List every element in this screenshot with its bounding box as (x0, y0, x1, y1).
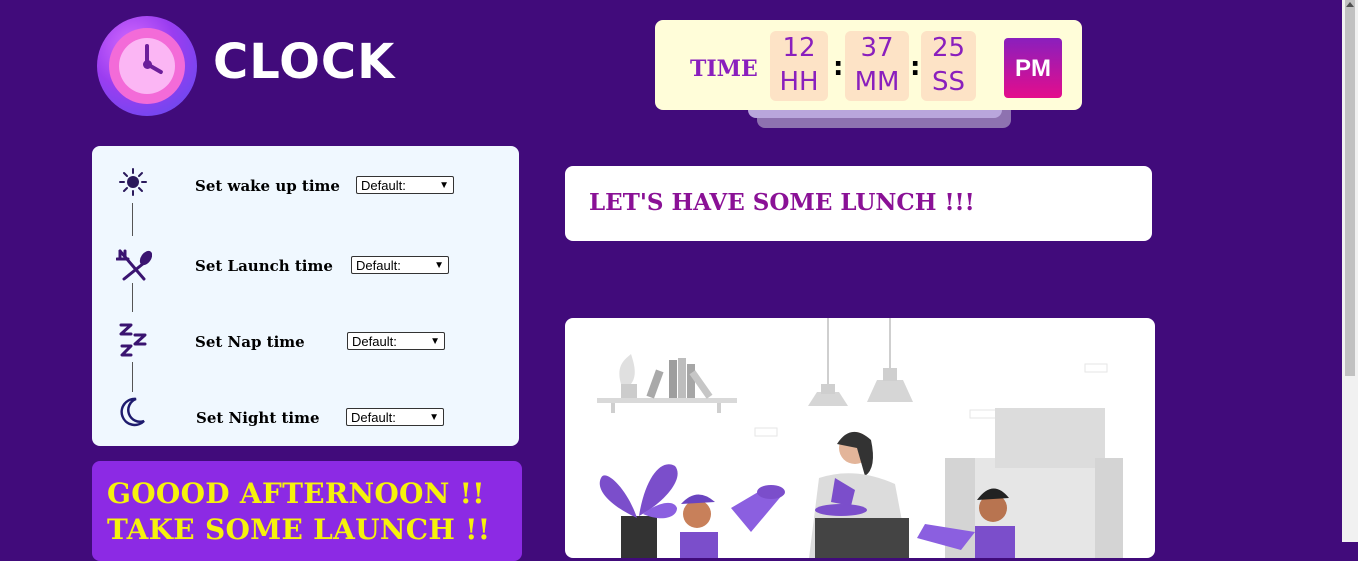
timeline-connector (132, 203, 133, 236)
night-select-value: Default: (351, 410, 396, 425)
sun-icon (119, 168, 147, 196)
minutes-unit: MM (854, 67, 900, 97)
sleep-zzz-icon (119, 323, 147, 357)
wakeup-time-select[interactable]: Default: ▼ (356, 176, 454, 194)
greeting-line-1: GOOOD AFTERNOON !! (107, 477, 485, 510)
seconds-box: 25 SS (921, 31, 976, 101)
scrollbar-thumb[interactable] (1345, 0, 1355, 376)
hours-unit: HH (779, 67, 819, 97)
hours-value: 12 (782, 33, 816, 63)
seconds-unit: SS (931, 67, 965, 97)
nap-select-value: Default: (352, 334, 397, 349)
lunch-select-value: Default: (356, 258, 401, 273)
chevron-down-icon: ▼ (434, 260, 444, 271)
chevron-down-icon: ▼ (439, 180, 449, 191)
wakeup-label: Set wake up time (195, 177, 340, 195)
clock-logo-center (143, 60, 152, 69)
timeline-connector (132, 362, 133, 392)
logo-title: CLOCK (213, 34, 396, 90)
greeting-line-2: TAKE SOME LAUNCH !! (107, 513, 491, 546)
greeting-card (92, 461, 522, 561)
nap-label: Set Nap time (195, 333, 305, 351)
lunch-label: Set Launch time (195, 257, 333, 275)
wakeup-select-value: Default: (361, 178, 406, 193)
fork-spoon-icon (116, 249, 152, 281)
scroll-up-arrow-icon[interactable] (1346, 2, 1354, 7)
time-label: TIME (690, 56, 758, 82)
night-time-select[interactable]: Default: ▼ (346, 408, 444, 426)
minutes-box: 37 MM (845, 31, 909, 101)
ampm-indicator: PM (1004, 38, 1062, 98)
minutes-value: 37 (860, 33, 894, 63)
hours-box: 12 HH (770, 31, 828, 101)
chevron-down-icon: ▼ (430, 336, 440, 347)
night-label: Set Night time (196, 409, 320, 427)
message-text: LET'S HAVE SOME LUNCH !!! (589, 189, 975, 216)
people-eating-illustration (597, 318, 1123, 558)
lunch-illustration (565, 318, 1155, 558)
time-separator: : (910, 52, 921, 82)
chevron-down-icon: ▼ (429, 412, 439, 423)
time-separator: : (833, 52, 844, 82)
timeline-connector (132, 283, 133, 312)
lunch-time-select[interactable]: Default: ▼ (351, 256, 449, 274)
nap-time-select[interactable]: Default: ▼ (347, 332, 445, 350)
seconds-value: 25 (931, 33, 966, 63)
moon-icon (120, 397, 145, 427)
